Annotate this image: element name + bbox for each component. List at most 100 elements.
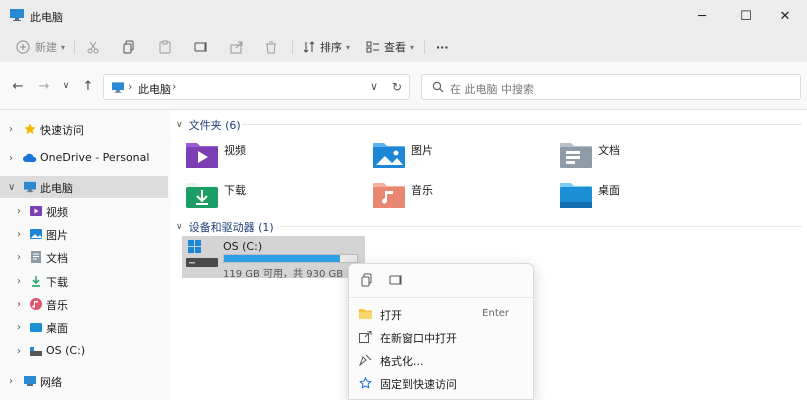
chevron-right-icon[interactable]: › [9,376,13,387]
music-icon [30,298,42,310]
menu-item-label: 打开 [380,309,402,322]
group-divider [242,124,802,125]
search-input[interactable]: 在 此电脑 中搜索 [421,74,801,100]
chevron-down-icon: ▾ [410,42,415,52]
drive-usage-bar [223,254,358,263]
sidebar-item-label: 文档 [46,252,68,265]
address-row: ← → ∨ ↑ › 此电脑 › ∨ ↻ 在 此电脑 中搜索 [0,62,807,110]
chevron-right-icon[interactable]: › [9,153,13,164]
cut-button[interactable] [86,38,100,56]
forward-button[interactable]: → [36,78,52,94]
context-menu-format[interactable]: 格式化... [349,349,535,371]
chevron-right-icon[interactable]: › [17,346,21,357]
refresh-icon[interactable]: ↻ [392,80,402,94]
view-button[interactable]: 查看 ▾ [366,38,414,56]
menu-item-shortcut: Enter [482,308,509,319]
cloud-icon [23,153,37,162]
more-options-button[interactable]: ··· [436,38,449,56]
paste-button[interactable] [158,38,172,56]
context-menu-open[interactable]: 打开 Enter [349,303,535,325]
delete-button[interactable] [264,38,278,56]
new-button-label: 新建 [35,41,57,54]
documents-folder-icon [560,143,592,168]
sidebar-item-music[interactable]: › 音乐 [0,293,168,315]
minimize-button[interactable]: ─ [680,0,724,32]
sidebar-item-downloads[interactable]: › 下载 [0,270,168,292]
up-button[interactable]: ↑ [80,78,96,94]
command-bar: 新建 ▾ 排序 ▾ 查看 ▾ ··· [0,32,807,62]
sidebar-item-pictures[interactable]: › 图片 [0,223,168,245]
context-menu-pin-quick-access[interactable]: 固定到快速访问 [349,372,535,394]
sidebar-item-label: 网络 [40,376,62,389]
chevron-down-icon[interactable]: ∨ [8,182,15,193]
folder-tile-desktop[interactable]: 桌面 [560,180,740,212]
folder-tile-documents[interactable]: 文档 [560,140,740,172]
sidebar-item-this-pc[interactable]: ∨ 此电脑 [0,176,168,198]
sidebar-item-documents[interactable]: › 文档 [0,246,168,268]
sidebar-item-onedrive[interactable]: › OneDrive - Personal [0,147,168,169]
drive-tile-os-c[interactable]: OS (C:) 119 GB 可用，共 930 GB [182,236,365,280]
title-bar: 此电脑 ─ ☐ ✕ [0,0,807,32]
back-button[interactable]: ← [10,78,26,94]
address-bar[interactable]: › 此电脑 › ∨ ↻ [103,74,410,100]
sidebar-item-videos[interactable]: › 视频 [0,200,168,222]
folder-label: 视频 [224,144,246,157]
sidebar-item-label: 图片 [46,229,68,242]
close-button[interactable]: ✕ [763,0,807,32]
minimize-icon: ─ [698,8,706,24]
address-history-button[interactable]: ∨ [370,80,378,93]
download-icon [32,276,40,287]
chevron-right-icon[interactable]: › [17,322,21,333]
folder-tile-videos[interactable]: 视频 [186,140,366,172]
sort-button[interactable]: 排序 ▾ [302,38,350,56]
chevron-right-icon[interactable]: › [17,299,21,310]
sidebar-item-network[interactable]: › 网络 [0,370,168,392]
share-button[interactable] [230,38,244,56]
drive-usage-fill [224,255,340,262]
sidebar-item-desktop[interactable]: › 桌面 [0,316,168,338]
maximize-button[interactable]: ☐ [724,0,768,32]
group-divider [280,226,802,227]
copy-button[interactable] [122,38,136,56]
clipboard-icon [159,40,171,54]
chevron-right-icon[interactable]: › [9,124,13,135]
folder-label: 图片 [411,144,433,157]
rename-icon[interactable] [389,273,403,287]
chevron-down-icon[interactable]: ∨ [176,120,183,130]
chevron-right-icon[interactable]: › [172,80,176,93]
chevron-right-icon[interactable]: › [17,229,21,240]
maximize-icon: ☐ [740,8,752,24]
toolbar-divider [74,40,75,54]
this-pc-icon [112,82,124,93]
drives-group-header[interactable]: ∨ 设备和驱动器 (1) [176,219,274,235]
view-icon [366,41,379,53]
folders-group-header[interactable]: ∨ 文件夹 (6) [176,117,241,133]
more-icon: ··· [436,40,449,54]
new-button[interactable]: 新建 ▾ [16,38,65,56]
chevron-right-icon: › [128,80,133,93]
sidebar-item-label: 视频 [46,206,68,219]
chevron-right-icon[interactable]: › [17,206,21,217]
window-title: 此电脑 [30,11,63,24]
trash-icon [266,41,276,54]
chevron-right-icon[interactable]: › [17,252,21,263]
copy-icon[interactable] [360,273,374,287]
video-folder-icon [30,206,42,216]
sidebar-item-os-c[interactable]: › OS (C:) [0,340,168,362]
rename-button[interactable] [194,38,208,56]
sidebar-item-label: OneDrive - Personal [40,151,150,164]
recent-locations-button[interactable]: ∨ [58,78,74,94]
breadcrumb-this-pc[interactable]: 此电脑 [138,81,171,97]
drive-icon [30,347,42,356]
chevron-down-icon: ∨ [62,81,70,91]
arrow-right-icon: → [38,78,50,94]
folder-tile-downloads[interactable]: 下载 [186,180,366,212]
chevron-right-icon[interactable]: › [17,276,21,287]
context-menu-open-new-window[interactable]: 在新窗口中打开 [349,326,535,348]
folder-tile-pictures[interactable]: 图片 [373,140,553,172]
sidebar-item-label: 此电脑 [40,182,73,195]
folder-tile-music[interactable]: 音乐 [373,180,553,212]
pictures-folder-icon [373,143,405,168]
chevron-down-icon[interactable]: ∨ [176,222,183,232]
sidebar-item-quick-access[interactable]: › 快速访问 [0,118,168,140]
